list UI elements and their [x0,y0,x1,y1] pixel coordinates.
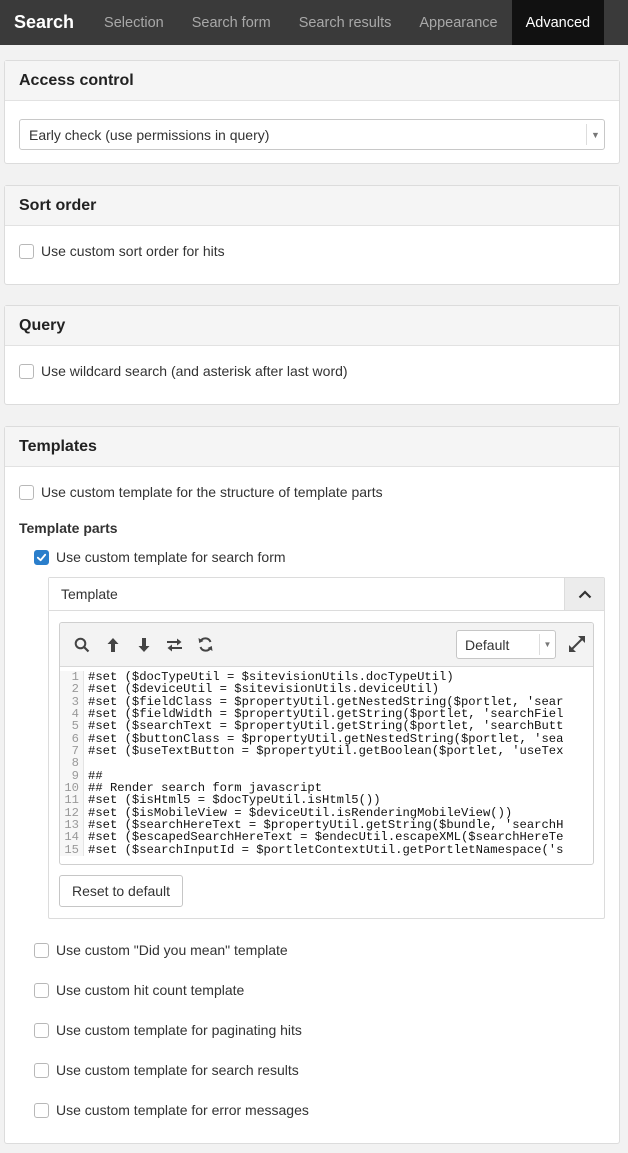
search-results-template-checkbox[interactable] [34,1062,49,1078]
arrow-up-icon[interactable] [97,630,128,660]
sort-order-title: Sort order [5,186,619,226]
error-messages-template-checkbox[interactable] [34,1102,49,1118]
search-results-template-label: Use custom template for search results [56,1062,299,1078]
refresh-icon[interactable] [190,630,221,660]
query-panel: Query Use wildcard search (and asterisk … [4,305,620,405]
tab-search-results[interactable]: Search results [285,0,406,45]
paginating-template-checkbox-row[interactable]: Use custom template for paginating hits [34,1022,302,1038]
code-line: 2 #set ($deviceUtil = $sitevisionUtils.de… [60,682,593,697]
code-line-text: #set ($isHtml5 = $docTypeUtil.isHtml5()) [88,793,381,808]
tab-selection[interactable]: Selection [90,0,178,45]
access-control-select-value: Early check (use permissions in query) [29,126,270,143]
code-line: 7 #set ($useTextButton = $propertyUtil.ge… [60,745,593,757]
access-control-select[interactable]: Early check (use permissions in query) ▼ [19,119,605,150]
code-line: 15 #set ($searchInputId = $portletContext… [60,842,593,857]
editor-mode-value: Default [465,636,510,653]
sort-order-panel: Sort order Use custom sort order for hit… [4,185,620,285]
wildcard-checkbox-row[interactable]: Use wildcard search (and asterisk after … [19,363,348,379]
structure-template-checkbox[interactable] [19,484,34,500]
sort-order-checkbox[interactable] [19,243,34,259]
structure-template-checkbox-row[interactable]: Use custom template for the structure of… [19,484,383,500]
template-box-header: Template [49,578,604,611]
template-box: Template Default ▼ 1 #set ($docTypeUtil … [48,577,605,919]
code-line: 5 #set ($searchText = $propertyUtil.getSt… [60,719,593,734]
code-line: 8 [60,757,593,770]
template-parts-heading: Template parts [19,520,118,536]
line-number: 14 [60,831,84,844]
did-you-mean-template-checkbox[interactable] [34,942,49,958]
did-you-mean-template-label: Use custom "Did you mean" template [56,942,288,958]
fullscreen-icon[interactable] [567,634,587,654]
search-results-template-checkbox-row[interactable]: Use custom template for search results [34,1062,299,1078]
line-number: 11 [60,794,84,807]
chevron-down-icon: ▼ [586,124,604,145]
hit-count-template-checkbox[interactable] [34,982,49,998]
line-number: 8 [60,757,84,770]
template-box-label: Template [61,586,118,602]
code-line: 11 #set ($isHtml5 = $docTypeUtil.isHtml5(… [60,793,593,808]
wildcard-checkbox[interactable] [19,363,34,379]
search-form-template-checkbox-row[interactable]: Use custom template for search form [34,549,286,565]
access-control-panel: Access control Early check (use permissi… [4,60,620,164]
sort-order-checkbox-label: Use custom sort order for hits [41,243,225,259]
did-you-mean-template-checkbox-row[interactable]: Use custom "Did you mean" template [34,942,288,958]
templates-title: Templates [5,427,619,467]
replace-icon[interactable] [159,630,190,660]
code-line-text: #set ($searchText = $propertyUtil.getStr… [88,719,564,734]
editor-mode-select[interactable]: Default ▼ [456,630,556,659]
error-messages-template-label: Use custom template for error messages [56,1102,309,1118]
hit-count-template-label: Use custom hit count template [56,982,245,998]
access-control-title: Access control [5,61,619,101]
search-form-template-checkbox[interactable] [34,549,49,565]
collapse-button[interactable] [564,578,604,610]
tab-appearance[interactable]: Appearance [405,0,511,45]
query-title: Query [5,306,619,346]
code-line-text: #set ($escapedSearchHereText = $endecUti… [88,830,564,845]
sort-order-checkbox-row[interactable]: Use custom sort order for hits [19,243,225,259]
structure-template-label: Use custom template for the structure of… [41,484,383,500]
chevron-down-icon: ▼ [539,634,555,655]
tab-advanced[interactable]: Advanced [511,0,605,45]
hit-count-template-checkbox-row[interactable]: Use custom hit count template [34,982,244,998]
line-number: 5 [60,720,84,733]
code-line: 14 #set ($escapedSearchHereText = $endecU… [60,830,593,845]
paginating-template-label: Use custom template for paginating hits [56,1022,302,1038]
checkmark-icon [36,553,47,561]
top-tab-bar: Search Selection Search form Search resu… [0,0,628,45]
line-number: 15 [60,843,84,856]
code-line-text: #set ($useTextButton = $propertyUtil.get… [88,744,564,759]
chevron-up-icon [578,589,591,598]
arrow-down-icon[interactable] [128,630,159,660]
paginating-template-checkbox[interactable] [34,1022,49,1038]
search-icon[interactable] [66,630,97,660]
error-messages-template-checkbox-row[interactable]: Use custom template for error messages [34,1102,309,1118]
editor-toolbar: Default ▼ [60,623,593,667]
search-form-template-label: Use custom template for search form [56,549,286,565]
reset-to-default-button[interactable]: Reset to default [59,875,184,907]
code-line-text: #set ($deviceUtil = $sitevisionUtils.dev… [88,682,440,697]
tab-search-form[interactable]: Search form [178,0,285,45]
line-number: 2 [60,683,84,696]
tab-search[interactable]: Search [0,0,90,45]
templates-panel: Templates Use custom template for the st… [4,426,620,1144]
code-editor[interactable]: Default ▼ 1 #set ($docTypeUtil = $sitevis… [59,622,594,865]
code-area[interactable]: 1 #set ($docTypeUtil = $sitevisionUtils.d… [60,667,593,856]
wildcard-checkbox-label: Use wildcard search (and asterisk after … [41,363,348,379]
code-line-text: #set ($searchInputId = $portletContextUt… [88,842,564,857]
